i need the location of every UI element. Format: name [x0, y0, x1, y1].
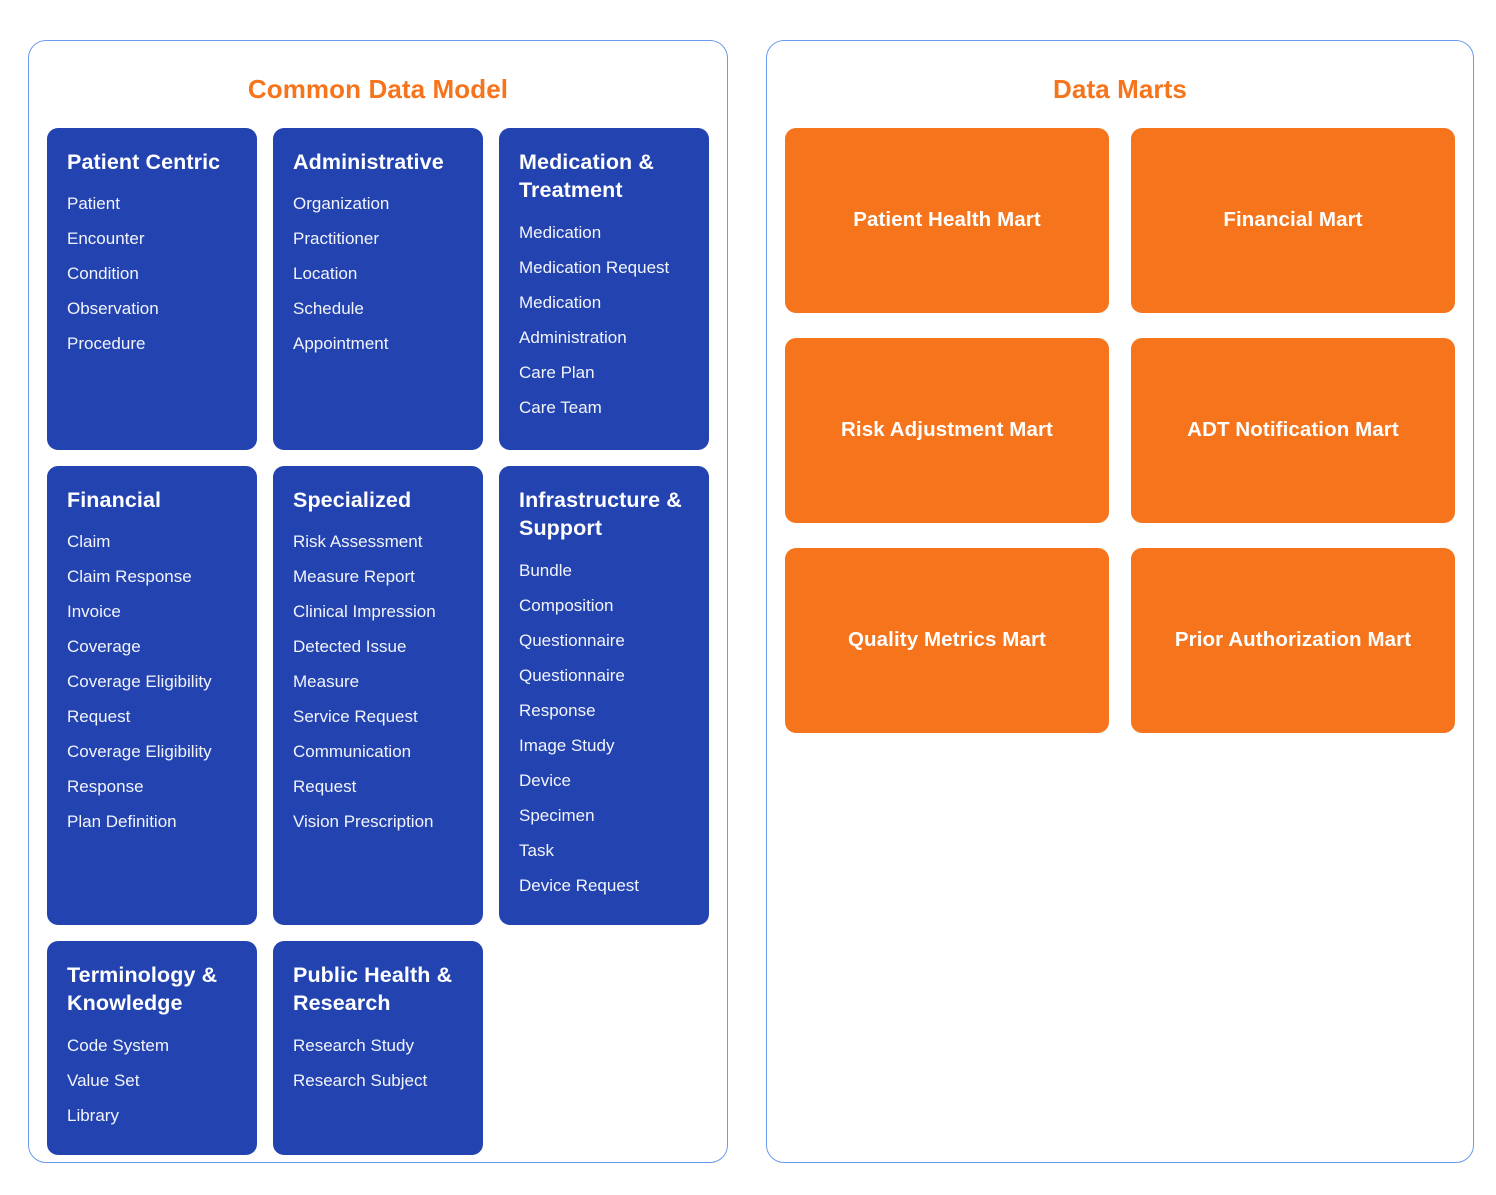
cdm-item: Specimen	[519, 805, 595, 825]
cdm-card-public-health-research[interactable]: Public Health & Research Research Study …	[273, 940, 483, 1155]
cdm-card-title: Infrastructure & Support	[519, 487, 682, 541]
cdm-card-administrative[interactable]: Administrative Organization Practitioner…	[273, 127, 483, 450]
cdm-item: Clinical Impression	[293, 602, 436, 622]
cdm-card-title: Patient Centric	[67, 149, 221, 174]
cdm-card-title: Financial	[67, 487, 162, 512]
cdm-item: Encounter	[67, 229, 145, 249]
cdm-item: Schedule	[293, 299, 364, 319]
cdm-item: Claim	[67, 532, 111, 552]
cdm-item: Risk Assessment	[293, 532, 423, 552]
cdm-item: Detected Issue	[293, 637, 407, 657]
cdm-card-title: Public Health & Research	[293, 962, 453, 1016]
cdm-card-item-list: Bundle Composition Questionnaire Questio…	[519, 553, 691, 903]
mart-card-patient-health[interactable]: Patient Health Mart	[785, 127, 1109, 313]
cdm-card-title: Terminology & Knowledge	[67, 962, 218, 1016]
cdm-item: Value Set	[67, 1070, 140, 1090]
data-marts-card-grid: Patient Health Mart Financial Mart Risk …	[785, 127, 1455, 733]
cdm-item: Device	[519, 770, 571, 790]
cdm-item: Invoice	[67, 602, 121, 622]
cdm-item: Vision Prescription	[293, 812, 434, 832]
cdm-card-item-list: Risk Assessment Measure Report Clinical …	[293, 524, 465, 839]
cdm-item: Communication Request	[293, 742, 412, 797]
cdm-item: Image Study	[519, 735, 615, 755]
cdm-item: Location	[293, 264, 358, 284]
cdm-item: Coverage	[67, 637, 141, 657]
cdm-item: Measure Report	[293, 567, 415, 587]
cdm-card-infrastructure-support[interactable]: Infrastructure & Support Bundle Composit…	[499, 465, 709, 925]
cdm-card-financial[interactable]: Financial Claim Claim Response Invoice C…	[47, 465, 257, 925]
cdm-card-terminology-knowledge[interactable]: Terminology & Knowledge Code System Valu…	[47, 940, 257, 1155]
cdm-card-medication-treatment[interactable]: Medication & Treatment Medication Medica…	[499, 127, 709, 450]
cdm-item: Care Plan	[519, 362, 595, 382]
cdm-item: Appointment	[293, 334, 389, 354]
cdm-card-item-list: Claim Claim Response Invoice Coverage Co…	[67, 524, 239, 839]
cdm-item: Coverage Eligibility Request	[67, 672, 212, 727]
cdm-item: Questionnaire Response	[519, 665, 625, 720]
cdm-item: Measure	[293, 672, 360, 692]
mart-card-financial[interactable]: Financial Mart	[1131, 127, 1455, 313]
cdm-card-item-list: Medication Medication Request Medication…	[519, 215, 691, 425]
mart-card-adt-notification[interactable]: ADT Notification Mart	[1131, 337, 1455, 523]
cdm-item: Questionnaire	[519, 630, 625, 650]
cdm-item: Composition	[519, 595, 614, 615]
cdm-item: Care Team	[519, 397, 602, 417]
cdm-item: Practitioner	[293, 229, 379, 249]
common-data-model-card-grid: Patient Centric Patient Encounter Condit…	[47, 127, 709, 1155]
cdm-card-title: Specialized	[293, 487, 412, 512]
cdm-card-item-list: Research Study Research Subject	[293, 1028, 465, 1098]
cdm-card-item-list: Code System Value Set Library	[67, 1028, 239, 1133]
cdm-item: Bundle	[519, 560, 572, 580]
cdm-item: Research Study	[293, 1035, 414, 1055]
cdm-item: Medication	[519, 222, 602, 242]
cdm-item: Patient	[67, 194, 120, 214]
cdm-item: Device Request	[519, 875, 640, 895]
cdm-item: Service Request	[293, 707, 418, 727]
cdm-item: Observation	[67, 299, 159, 319]
common-data-model-title: Common Data Model	[247, 74, 509, 104]
cdm-item: Plan Definition	[67, 812, 177, 832]
cdm-item: Research Subject	[293, 1070, 428, 1090]
cdm-item: Library	[67, 1105, 119, 1125]
cdm-item: Medication Administration	[519, 292, 627, 347]
data-marts-title: Data Marts	[1053, 74, 1187, 104]
mart-card-prior-authorization[interactable]: Prior Authorization Mart	[1131, 547, 1455, 733]
mart-card-risk-adjustment[interactable]: Risk Adjustment Mart	[785, 337, 1109, 523]
cdm-item: Organization	[293, 194, 390, 214]
cdm-card-title: Medication & Treatment	[519, 149, 654, 203]
cdm-item: Medication Request	[519, 257, 670, 277]
cdm-card-specialized[interactable]: Specialized Risk Assessment Measure Repo…	[273, 465, 483, 925]
diagram-canvas: Common Data Model Patient Centric Patien…	[0, 0, 1496, 1195]
common-data-model-panel: Common Data Model Patient Centric Patien…	[28, 40, 728, 1163]
cdm-card-item-list: Organization Practitioner Location Sched…	[293, 186, 465, 361]
cdm-item: Coverage Eligibility Response	[67, 742, 212, 797]
data-marts-panel: Data Marts Patient Health Mart Financial…	[766, 40, 1474, 1163]
cdm-item: Procedure	[67, 334, 146, 354]
cdm-item: Task	[519, 840, 554, 860]
cdm-card-item-list: Patient Encounter Condition Observation …	[67, 186, 239, 361]
cdm-item: Condition	[67, 264, 139, 284]
cdm-card-patient-centric[interactable]: Patient Centric Patient Encounter Condit…	[47, 127, 257, 450]
cdm-item: Claim Response	[67, 567, 192, 587]
cdm-item: Code System	[67, 1035, 170, 1055]
cdm-card-title: Administrative	[293, 149, 444, 174]
mart-card-quality-metrics[interactable]: Quality Metrics Mart	[785, 547, 1109, 733]
